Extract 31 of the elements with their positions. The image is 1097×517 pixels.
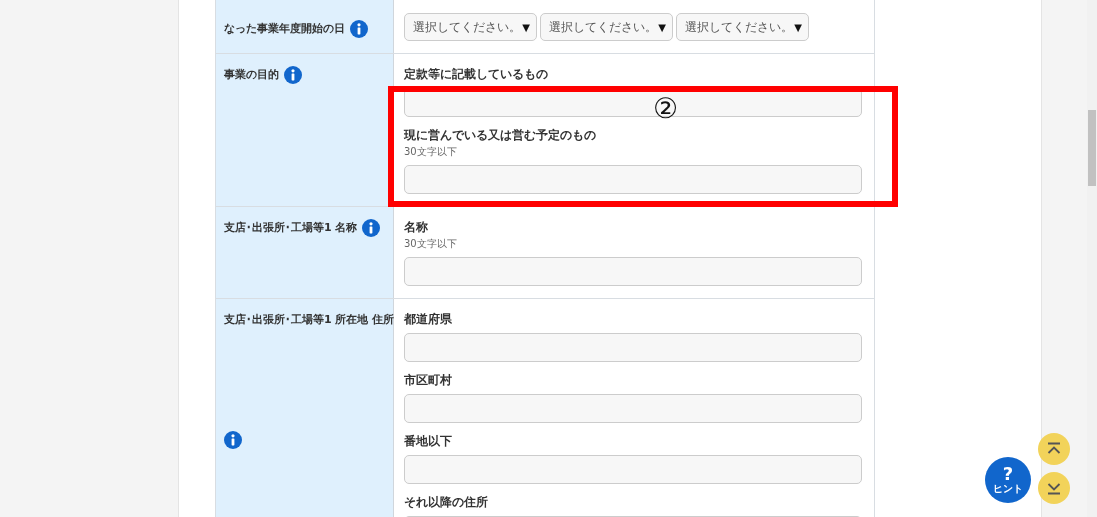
field-label: 名称 — [404, 219, 429, 235]
field-label: 定款等に記載しているもの — [404, 66, 549, 82]
text-input[interactable] — [404, 165, 862, 194]
row-label: なった事業年度開始の日 — [224, 21, 345, 37]
row-label: 支店･出張所･工場等1 名称 — [224, 220, 358, 236]
info-icon[interactable] — [350, 20, 368, 38]
dropdown-arrow-icon: ▼ — [522, 21, 530, 33]
row-label: 事業の目的 — [224, 67, 279, 83]
field-label: 現に営んでいる又は営む予定のもの — [404, 127, 597, 143]
date-select[interactable]: 選択してください。▼ — [404, 13, 537, 41]
field-hint: 30文字以下 — [404, 145, 458, 159]
dropdown-arrow-icon: ▼ — [794, 21, 802, 33]
field-label: 都道府県 — [404, 311, 453, 327]
date-select[interactable]: 選択してください。▼ — [676, 13, 809, 41]
text-input[interactable] — [404, 394, 862, 423]
field-label: 市区町村 — [404, 372, 453, 388]
date-select[interactable]: 選択してください。▼ — [540, 13, 673, 41]
text-input[interactable] — [404, 333, 862, 362]
scroll-bottom-icon[interactable] — [1038, 472, 1070, 504]
text-input[interactable] — [404, 455, 862, 484]
info-icon[interactable] — [362, 219, 381, 237]
field-hint: 30文字以下 — [404, 237, 458, 251]
info-icon[interactable] — [284, 66, 302, 84]
dropdown-arrow-icon: ▼ — [658, 21, 666, 33]
field-label: それ以降の住所 — [404, 494, 489, 510]
text-input[interactable] — [404, 257, 862, 286]
row-label: 支店･出張所･工場等1 所在地 住所 — [224, 312, 395, 328]
info-icon[interactable] — [224, 431, 242, 449]
field-label: 番地以下 — [404, 433, 453, 449]
annotation-number: ② — [653, 92, 679, 126]
scroll-top-icon[interactable] — [1038, 433, 1070, 465]
